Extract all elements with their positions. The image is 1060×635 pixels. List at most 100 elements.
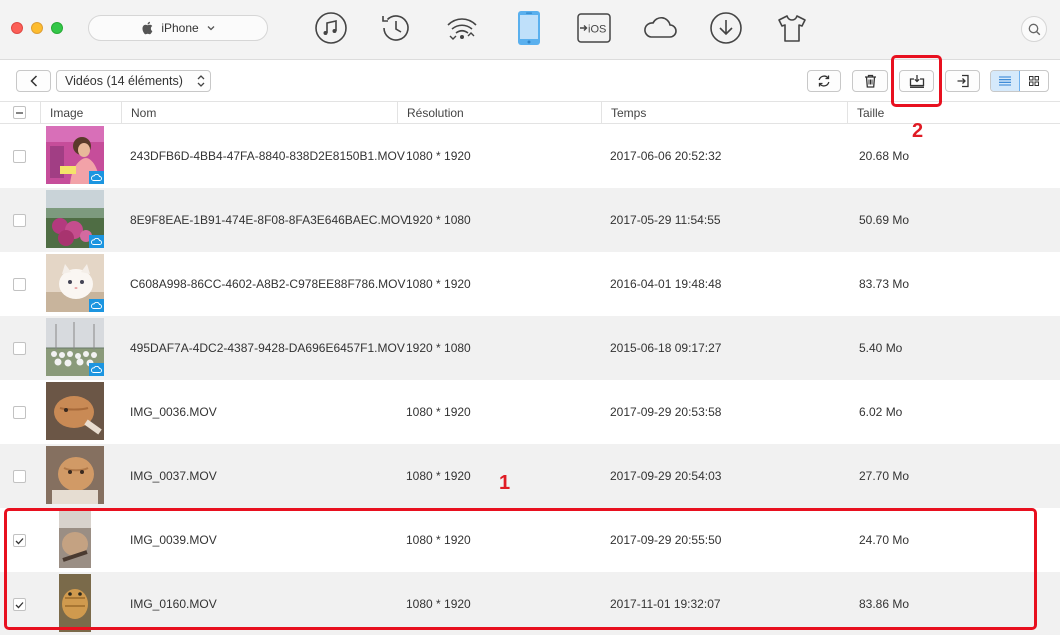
music-icon[interactable] — [313, 10, 349, 46]
file-resolution: 1080 * 1920 — [406, 597, 471, 611]
search-button[interactable] — [1021, 16, 1047, 42]
cloud-icon — [91, 174, 102, 181]
row-checkbox[interactable] — [13, 534, 26, 547]
file-resolution: 1920 * 1080 — [406, 213, 471, 227]
icloud-badge — [89, 363, 104, 376]
file-resolution: 1080 * 1920 — [406, 149, 471, 163]
file-resolution: 1080 * 1920 — [406, 533, 471, 547]
file-name: 8E9F8EAE-1B91-474E-8F08-8FA3E646BAEC.MOV — [130, 213, 409, 227]
table-row[interactable]: 243DFB6D-4BB4-47FA-8840-838D2E8150B1.MOV… — [0, 124, 1060, 188]
icloud-badge — [89, 235, 104, 248]
refresh-icon — [818, 75, 830, 87]
file-name: C608A998-86CC-4602-A8B2-C978EE88F786.MOV — [130, 277, 406, 291]
history-icon[interactable] — [378, 10, 414, 46]
cloud-icon — [91, 366, 102, 373]
download-icon[interactable] — [708, 10, 744, 46]
file-time: 2017-09-29 20:53:58 — [610, 405, 722, 419]
table-row[interactable]: IMG_0160.MOV 1080 * 1920 2017-11-01 19:3… — [0, 572, 1060, 635]
iphone-icon[interactable] — [511, 10, 547, 46]
icloud-badge — [89, 299, 104, 312]
device-name: iPhone — [161, 21, 199, 35]
column-header-image[interactable]: Image — [40, 102, 121, 124]
row-checkbox[interactable] — [13, 150, 26, 163]
video-thumbnail — [46, 318, 104, 376]
file-size: 20.68 Mo — [859, 149, 910, 163]
video-thumbnail — [46, 190, 104, 248]
search-icon — [1028, 23, 1040, 35]
file-resolution: 1920 * 1080 — [406, 341, 471, 355]
icloud-icon[interactable] — [642, 10, 678, 46]
row-checkbox[interactable] — [13, 342, 26, 355]
apple-logo-icon — [142, 21, 153, 35]
row-checkbox[interactable] — [13, 470, 26, 483]
table-row[interactable]: C608A998-86CC-4602-A8B2-C978EE88F786.MOV… — [0, 252, 1060, 316]
toolbar: Vidéos (14 éléments) — [0, 61, 1060, 101]
file-name: IMG_0160.MOV — [130, 597, 217, 611]
annotation-step-1: 1 — [499, 472, 511, 494]
table-row[interactable]: IMG_0037.MOV 1080 * 1920 2017-09-29 20:5… — [0, 444, 1060, 508]
window-minimize-button[interactable] — [31, 22, 43, 34]
table-row[interactable]: IMG_0039.MOV 1080 * 1920 2017-09-29 20:5… — [0, 508, 1060, 572]
file-size: 83.86 Mo — [859, 597, 910, 611]
video-thumbnail — [46, 382, 104, 440]
annotation-step-2: 2 — [912, 120, 924, 142]
updown-arrows-icon — [197, 75, 205, 87]
column-header-time[interactable]: Temps — [601, 102, 847, 124]
window-close-button[interactable] — [11, 22, 23, 34]
export-to-computer-icon — [909, 75, 924, 88]
video-thumbnail — [46, 126, 104, 184]
back-button[interactable] — [16, 70, 51, 92]
column-header-name[interactable]: Nom — [121, 102, 397, 124]
refresh-button[interactable] — [807, 70, 841, 92]
delete-button[interactable] — [852, 70, 888, 92]
row-checkbox[interactable] — [13, 214, 26, 227]
table-header: Image Nom Résolution Temps Taille — [0, 101, 1060, 124]
list-view-button[interactable] — [991, 71, 1020, 91]
back-icon — [29, 75, 37, 87]
tshirt-icon[interactable] — [774, 10, 810, 46]
checkmark-icon — [15, 537, 24, 544]
file-name: 495DAF7A-4DC2-4387-9428-DA696E6457F1.MOV — [130, 341, 405, 355]
video-thumbnail — [46, 446, 104, 504]
trash-icon — [864, 74, 876, 88]
file-time: 2017-05-29 11:54:55 — [610, 213, 721, 227]
video-thumbnail — [59, 574, 91, 632]
file-time: 2017-09-29 20:54:03 — [610, 469, 722, 483]
import-button[interactable] — [945, 70, 980, 92]
file-resolution: 1080 * 1920 — [406, 469, 471, 483]
video-thumbnail — [46, 254, 104, 312]
row-checkbox[interactable] — [13, 406, 26, 419]
grid-view-button[interactable] — [1020, 71, 1048, 91]
file-time: 2017-09-29 20:55:50 — [610, 533, 722, 547]
file-time: 2016-04-01 19:48:48 — [610, 277, 722, 291]
view-toggle — [990, 70, 1049, 92]
window-maximize-button[interactable] — [51, 22, 63, 34]
minus-icon — [16, 111, 23, 114]
table-row[interactable]: 495DAF7A-4DC2-4387-9428-DA696E6457F1.MOV… — [0, 316, 1060, 380]
row-checkbox[interactable] — [13, 278, 26, 291]
file-time: 2015-06-18 09:17:27 — [610, 341, 722, 355]
table-row[interactable]: IMG_0036.MOV 1080 * 1920 2017-09-29 20:5… — [0, 380, 1060, 444]
table-row[interactable]: 8E9F8EAE-1B91-474E-8F08-8FA3E646BAEC.MOV… — [0, 188, 1060, 252]
select-all-checkbox[interactable] — [13, 106, 26, 119]
file-time: 2017-11-01 19:32:07 — [610, 597, 721, 611]
file-name: IMG_0039.MOV — [130, 533, 217, 547]
device-selector[interactable]: iPhone — [88, 15, 268, 41]
title-bar: iPhone iOS — [0, 0, 1060, 60]
column-header-resolution[interactable]: Résolution — [397, 102, 601, 124]
column-header-size[interactable]: Taille — [847, 102, 1060, 124]
icloud-badge — [89, 171, 104, 184]
file-size: 6.02 Mo — [859, 405, 903, 419]
export-to-computer-button[interactable] — [899, 70, 934, 92]
file-size: 83.73 Mo — [859, 277, 910, 291]
checkmark-icon — [15, 601, 24, 608]
row-checkbox[interactable] — [13, 598, 26, 611]
cloud-icon — [91, 238, 102, 245]
wifi-transfer-icon[interactable] — [444, 10, 480, 46]
file-size: 24.70 Mo — [859, 533, 910, 547]
file-name: 243DFB6D-4BB4-47FA-8840-838D2E8150B1.MOV — [130, 149, 405, 163]
video-thumbnail — [59, 510, 91, 568]
category-label: Vidéos (14 éléments) — [65, 74, 183, 88]
category-selector[interactable]: Vidéos (14 éléments) — [56, 70, 211, 92]
to-ios-icon[interactable]: iOS — [576, 10, 612, 46]
